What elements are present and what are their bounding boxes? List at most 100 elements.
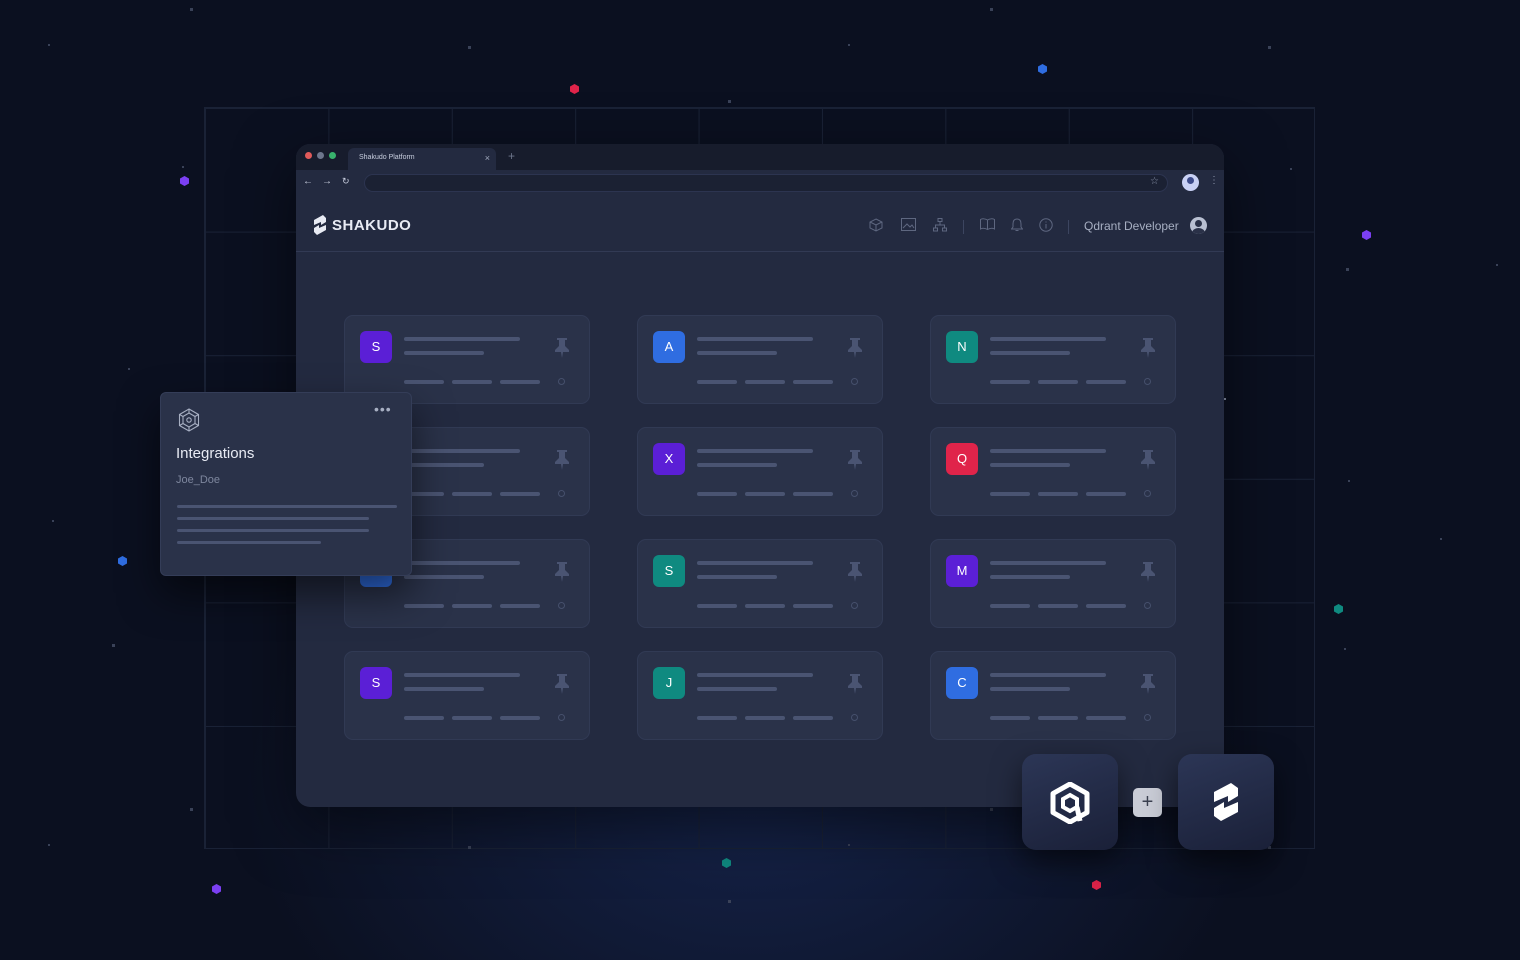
pin-icon[interactable] bbox=[845, 449, 865, 471]
bell-icon[interactable] bbox=[1009, 218, 1025, 234]
project-avatar: S bbox=[360, 331, 392, 363]
placeholder-line bbox=[745, 492, 785, 496]
placeholder-line bbox=[697, 604, 737, 608]
placeholder-line bbox=[697, 716, 737, 720]
integrations-card[interactable]: ••• Integrations Joe_Doe bbox=[160, 392, 412, 576]
info-icon[interactable] bbox=[851, 602, 858, 609]
pin-icon[interactable] bbox=[845, 561, 865, 583]
project-avatar: C bbox=[946, 667, 978, 699]
placeholder-line bbox=[697, 463, 777, 467]
placeholder-line bbox=[990, 716, 1030, 720]
info-icon[interactable] bbox=[851, 490, 858, 497]
placeholder-line bbox=[1086, 716, 1126, 720]
pin-icon[interactable] bbox=[1138, 337, 1158, 359]
project-avatar: M bbox=[946, 555, 978, 587]
placeholder-line bbox=[1038, 380, 1078, 384]
placeholder-line bbox=[1038, 492, 1078, 496]
info-icon[interactable] bbox=[851, 378, 858, 385]
pin-icon[interactable] bbox=[845, 337, 865, 359]
info-icon[interactable] bbox=[558, 714, 565, 721]
placeholder-line bbox=[990, 351, 1070, 355]
shakudo-logo[interactable]: SHAKUDO bbox=[311, 214, 411, 236]
project-card[interactable]: N bbox=[930, 315, 1176, 404]
info-icon[interactable] bbox=[1144, 378, 1151, 385]
forward-icon[interactable]: → bbox=[322, 176, 332, 187]
placeholder-line bbox=[990, 575, 1070, 579]
project-avatar: A bbox=[653, 331, 685, 363]
maximize-window-button[interactable] bbox=[329, 152, 336, 159]
user-avatar-icon[interactable] bbox=[1190, 217, 1207, 234]
tab-bar: Shakudo Platform × + bbox=[296, 144, 1224, 170]
placeholder-line bbox=[500, 604, 540, 608]
shakudo-logo-tile bbox=[1178, 754, 1274, 850]
bookmark-star-icon[interactable]: ☆ bbox=[1150, 176, 1159, 187]
image-icon[interactable] bbox=[900, 218, 916, 234]
hex-accent bbox=[180, 176, 189, 186]
tab-title: Shakudo Platform bbox=[359, 154, 415, 161]
header-divider bbox=[1068, 220, 1069, 234]
hierarchy-icon[interactable] bbox=[932, 218, 948, 234]
placeholder-line bbox=[793, 492, 833, 496]
pin-icon[interactable] bbox=[552, 673, 572, 695]
browser-tab[interactable]: Shakudo Platform × bbox=[348, 148, 496, 170]
user-name[interactable]: Qdrant Developer bbox=[1084, 219, 1179, 233]
placeholder-line bbox=[697, 337, 813, 341]
project-card[interactable]: M bbox=[930, 539, 1176, 628]
reload-icon[interactable]: ↻ bbox=[342, 176, 350, 187]
project-card[interactable]: S bbox=[344, 315, 590, 404]
integrations-title: Integrations bbox=[176, 445, 255, 462]
placeholder-line bbox=[697, 575, 777, 579]
browser-profile-icon[interactable] bbox=[1182, 174, 1199, 191]
placeholder-line bbox=[1086, 380, 1126, 384]
project-card[interactable]: Q bbox=[930, 427, 1176, 516]
placeholder-line bbox=[404, 351, 484, 355]
pin-icon[interactable] bbox=[1138, 673, 1158, 695]
info-icon[interactable] bbox=[1144, 490, 1151, 497]
info-icon[interactable] bbox=[1144, 714, 1151, 721]
integrations-icon bbox=[178, 408, 200, 432]
project-avatar: S bbox=[360, 667, 392, 699]
info-icon[interactable] bbox=[1144, 602, 1151, 609]
project-card[interactable]: S bbox=[344, 651, 590, 740]
cube-icon[interactable] bbox=[868, 218, 884, 234]
pin-icon[interactable] bbox=[845, 673, 865, 695]
placeholder-line bbox=[404, 687, 484, 691]
pin-icon[interactable] bbox=[552, 449, 572, 471]
project-card[interactable]: C bbox=[930, 651, 1176, 740]
book-icon[interactable] bbox=[979, 218, 995, 234]
project-card[interactable]: A bbox=[637, 315, 883, 404]
more-options-icon[interactable]: ••• bbox=[374, 401, 392, 417]
info-icon[interactable] bbox=[558, 490, 565, 497]
pin-icon[interactable] bbox=[1138, 449, 1158, 471]
placeholder-line bbox=[500, 380, 540, 384]
pin-icon[interactable] bbox=[552, 561, 572, 583]
back-icon[interactable]: ← bbox=[303, 176, 313, 187]
help-icon[interactable] bbox=[1038, 218, 1054, 234]
info-icon[interactable] bbox=[558, 378, 565, 385]
minimize-window-button[interactable] bbox=[317, 152, 324, 159]
qdrant-logo-tile bbox=[1022, 754, 1118, 850]
project-card[interactable]: J bbox=[637, 651, 883, 740]
placeholder-line bbox=[697, 687, 777, 691]
info-icon[interactable] bbox=[851, 714, 858, 721]
placeholder-line bbox=[452, 604, 492, 608]
placeholder-line bbox=[990, 673, 1106, 677]
placeholder-line bbox=[404, 716, 444, 720]
url-bar[interactable]: ☆ bbox=[364, 174, 1168, 192]
new-tab-button[interactable]: + bbox=[508, 149, 515, 163]
project-card[interactable]: X bbox=[637, 427, 883, 516]
placeholder-line bbox=[990, 337, 1106, 341]
placeholder-line bbox=[697, 380, 737, 384]
project-card[interactable]: S bbox=[637, 539, 883, 628]
placeholder-line bbox=[1086, 492, 1126, 496]
info-icon[interactable] bbox=[558, 602, 565, 609]
browser-menu-icon[interactable]: ⋮ bbox=[1209, 175, 1219, 186]
project-avatar: J bbox=[653, 667, 685, 699]
pin-icon[interactable] bbox=[552, 337, 572, 359]
close-icon[interactable]: × bbox=[485, 153, 490, 163]
close-window-button[interactable] bbox=[305, 152, 312, 159]
pin-icon[interactable] bbox=[1138, 561, 1158, 583]
placeholder-line bbox=[990, 604, 1030, 608]
placeholder-line bbox=[404, 604, 444, 608]
browser-window: Shakudo Platform × + ← → ↻ ☆ ⋮ SHAKUDO Q… bbox=[296, 144, 1224, 807]
